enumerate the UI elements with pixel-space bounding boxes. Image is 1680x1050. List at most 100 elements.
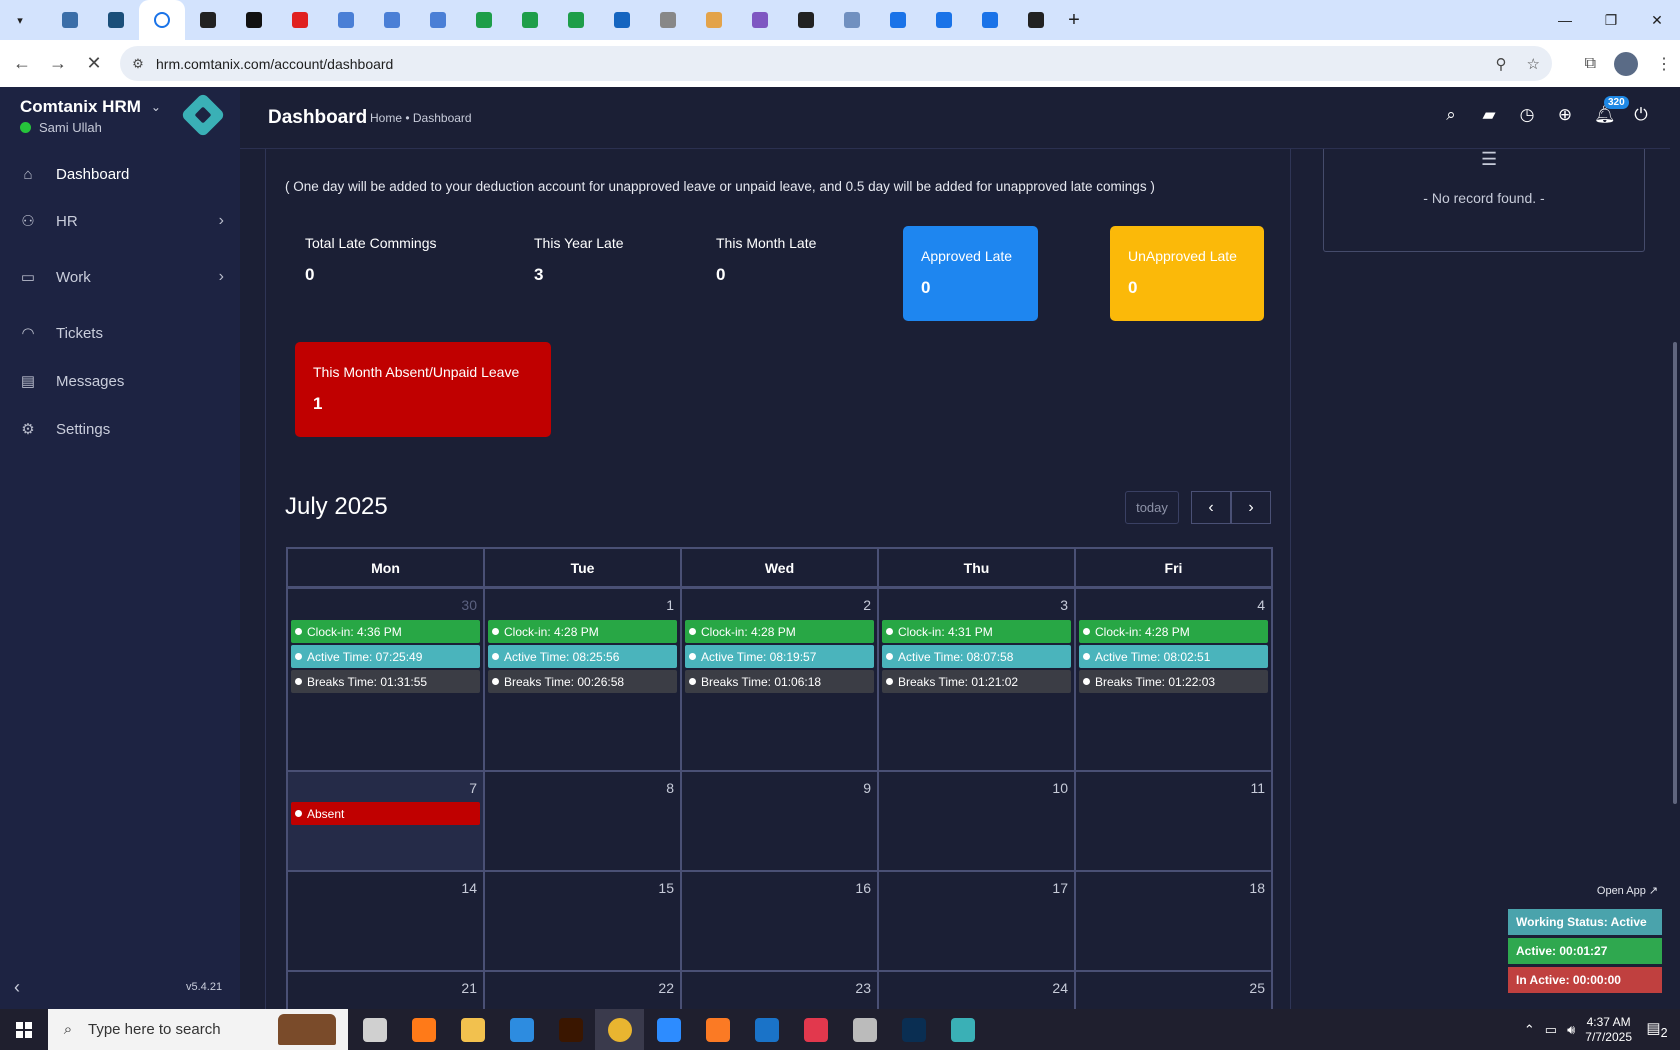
power-icon[interactable]: ⏻ — [1632, 105, 1650, 125]
xampp-icon[interactable] — [693, 1009, 742, 1050]
sidebar-item-work[interactable]: ▭ Work › — [0, 257, 240, 297]
brand-switcher[interactable]: Comtanix HRM ⌄ — [20, 97, 161, 117]
extensions-icon[interactable]: ⧉ — [1585, 55, 1596, 73]
add-icon[interactable]: ⊕ — [1556, 105, 1574, 125]
browser-menu-icon[interactable]: ⋮ — [1656, 54, 1672, 74]
calendar-day[interactable]: 30 Clock-in: 4:36 PM Active Time: 07:25:… — [288, 589, 485, 770]
event-active-time[interactable]: Active Time: 08:02:51 — [1079, 645, 1268, 668]
browser-tab[interactable] — [921, 0, 967, 40]
task-view-icon[interactable] — [350, 1009, 399, 1050]
browser-tab[interactable] — [323, 0, 369, 40]
calendar-day[interactable]: 11 — [1076, 772, 1271, 870]
event-clock-in[interactable]: Clock-in: 4:28 PM — [488, 620, 677, 643]
browser-tab[interactable] — [553, 0, 599, 40]
calendar-day[interactable]: 24 — [879, 972, 1076, 1009]
browser-tab[interactable] — [783, 0, 829, 40]
calendar-next-button[interactable]: › — [1231, 491, 1271, 524]
event-clock-in[interactable]: Clock-in: 4:28 PM — [1079, 620, 1268, 643]
browser-tab[interactable] — [737, 0, 783, 40]
browser-tab[interactable] — [47, 0, 93, 40]
tray-overflow-icon[interactable]: ⌃ — [1524, 1022, 1535, 1038]
browser-tab-active[interactable] — [139, 0, 185, 40]
sidebar-item-hr[interactable]: ⚇ HR › — [0, 201, 240, 241]
address-bar[interactable]: ⚙ hrm.comtanix.com/account/dashboard ⚲ ☆ — [120, 46, 1552, 81]
taskbar-search[interactable]: ⌕ Type here to search — [48, 1009, 348, 1050]
card-absent-unpaid[interactable]: This Month Absent/Unpaid Leave 1 — [295, 342, 551, 437]
breadcrumb[interactable]: Home • Dashboard — [370, 111, 472, 125]
close-window-button[interactable]: ✕ — [1634, 0, 1680, 40]
file-explorer-icon[interactable] — [448, 1009, 497, 1050]
browser-tab[interactable] — [875, 0, 921, 40]
chrome-icon[interactable] — [595, 1009, 644, 1050]
calendar-day[interactable]: 4 Clock-in: 4:28 PM Active Time: 08:02:5… — [1076, 589, 1271, 770]
calendar-day[interactable]: 22 — [485, 972, 682, 1009]
browser-tab[interactable] — [967, 0, 1013, 40]
notes-icon[interactable]: ▰ — [1480, 105, 1498, 125]
event-clock-in[interactable]: Clock-in: 4:36 PM — [291, 620, 480, 643]
browser-tab[interactable] — [415, 0, 461, 40]
vscode-icon[interactable] — [497, 1009, 546, 1050]
calendar-day[interactable]: 8 — [485, 772, 682, 870]
calendar-day[interactable]: 3 Clock-in: 4:31 PM Active Time: 08:07:5… — [879, 589, 1076, 770]
new-tab-button[interactable]: + — [1059, 9, 1089, 32]
forward-button[interactable]: → — [40, 46, 76, 82]
event-active-time[interactable]: Active Time: 08:19:57 — [685, 645, 874, 668]
event-active-time[interactable]: Active Time: 08:07:58 — [882, 645, 1071, 668]
stop-loading-button[interactable]: ✕ — [76, 46, 112, 82]
browser-tab[interactable] — [277, 0, 323, 40]
start-button[interactable] — [0, 1009, 48, 1050]
browser-tab[interactable] — [599, 0, 645, 40]
collapse-sidebar-button[interactable]: ‹ — [14, 977, 20, 998]
sidebar-item-settings[interactable]: ⚙ Settings — [0, 409, 240, 449]
calendar-day[interactable]: 25 — [1076, 972, 1271, 1009]
clock-icon[interactable]: ◷ — [1518, 105, 1536, 125]
calendar-day[interactable]: 21 — [288, 972, 485, 1009]
event-breaks-time[interactable]: Breaks Time: 00:26:58 — [488, 670, 677, 693]
browser-tab[interactable] — [1013, 0, 1059, 40]
taskbar-clock[interactable]: 4:37 AM 7/7/2025 — [1585, 1015, 1632, 1045]
network-icon[interactable]: ▭ — [1545, 1022, 1557, 1038]
calendar-day[interactable]: 17 — [879, 872, 1076, 970]
open-app-button[interactable]: Open App ↗ — [1593, 881, 1662, 899]
scrollbar-thumb[interactable] — [1673, 342, 1677, 804]
calendar-day[interactable]: 15 — [485, 872, 682, 970]
calendar-day-today[interactable]: 7 Absent — [288, 772, 485, 870]
event-clock-in[interactable]: Clock-in: 4:28 PM — [685, 620, 874, 643]
calendar-day[interactable]: 23 — [682, 972, 879, 1009]
card-approved-late[interactable]: Approved Late 0 — [903, 226, 1038, 321]
browser-tab[interactable] — [185, 0, 231, 40]
calendar-day[interactable]: 2 Clock-in: 4:28 PM Active Time: 08:19:5… — [682, 589, 879, 770]
event-breaks-time[interactable]: Breaks Time: 01:31:55 — [291, 670, 480, 693]
card-unapproved-late[interactable]: UnApproved Late 0 — [1110, 226, 1264, 321]
browser-tab[interactable] — [369, 0, 415, 40]
photoshop-icon[interactable] — [889, 1009, 938, 1050]
event-active-time[interactable]: Active Time: 08:25:56 — [488, 645, 677, 668]
sidebar-item-dashboard[interactable]: ⌂ Dashboard — [0, 154, 240, 194]
event-breaks-time[interactable]: Breaks Time: 01:21:02 — [882, 670, 1071, 693]
event-breaks-time[interactable]: Breaks Time: 01:22:03 — [1079, 670, 1268, 693]
sidebar-item-tickets[interactable]: ◠ Tickets — [0, 313, 240, 353]
calendar-day[interactable]: 16 — [682, 872, 879, 970]
browser-tab[interactable] — [461, 0, 507, 40]
location-icon[interactable]: ⚲ — [1496, 55, 1507, 73]
volume-icon[interactable]: 🔊︎ — [1567, 1022, 1575, 1038]
firefox-icon[interactable] — [399, 1009, 448, 1050]
calendar-day[interactable]: 9 — [682, 772, 879, 870]
browser-tab[interactable] — [93, 0, 139, 40]
browser-tab[interactable] — [645, 0, 691, 40]
creative-cloud-icon[interactable] — [791, 1009, 840, 1050]
event-active-time[interactable]: Active Time: 07:25:49 — [291, 645, 480, 668]
illustrator-icon[interactable] — [546, 1009, 595, 1050]
hrm-tracker-icon[interactable] — [938, 1009, 987, 1050]
outlook-icon[interactable] — [742, 1009, 791, 1050]
event-absent[interactable]: Absent — [291, 802, 480, 825]
calendar-day[interactable]: 1 Clock-in: 4:28 PM Active Time: 08:25:5… — [485, 589, 682, 770]
notification-center-icon[interactable]: ▤2 — [1642, 1019, 1672, 1040]
calendar-day[interactable]: 18 — [1076, 872, 1271, 970]
bookmark-star-icon[interactable]: ☆ — [1527, 55, 1540, 73]
url-text[interactable]: hrm.comtanix.com/account/dashboard — [156, 56, 393, 72]
sidebar-item-messages[interactable]: ▤ Messages — [0, 361, 240, 401]
minimize-button[interactable]: — — [1542, 0, 1588, 40]
restore-button[interactable]: ❐ — [1588, 0, 1634, 40]
event-clock-in[interactable]: Clock-in: 4:31 PM — [882, 620, 1071, 643]
